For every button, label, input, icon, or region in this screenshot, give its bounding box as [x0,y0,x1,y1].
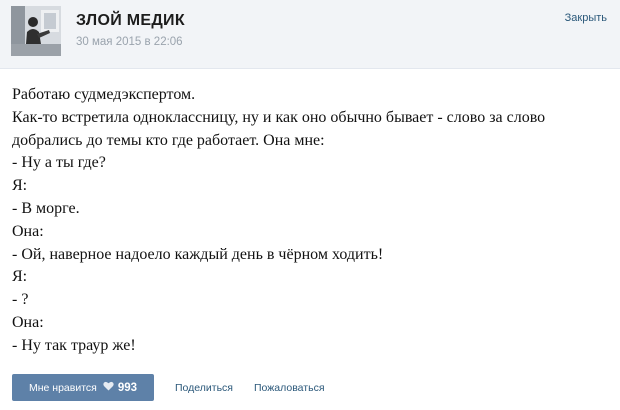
post-body: Работаю судмедэкспертом. Как-то встретила… [12,84,612,358]
share-link[interactable]: Поделиться [175,382,233,394]
close-button[interactable]: Закрыть [565,12,607,24]
post-text-line: Она: [12,222,44,240]
post-text-line: Я: [12,268,28,286]
avatar[interactable] [11,6,61,56]
report-link[interactable]: Пожаловаться [254,382,325,394]
post-text-line: добрались до темы кто где работает. Она … [12,131,325,149]
heart-icon [103,381,114,394]
post-date[interactable]: 30 мая 2015 в 22:06 [76,36,183,48]
post-text-line: Она: [12,313,44,331]
like-button[interactable]: Мне нравится 993 [12,374,154,401]
like-count: 993 [117,381,138,394]
post-text-line: Я: [12,177,28,195]
post-text-line: Как-то встретила одноклассницу, ну и как… [12,108,546,126]
post-text-line: - Ну а ты где? [12,154,106,172]
avatar-image [11,6,61,56]
post-header: ЗЛОЙ МЕДИК 30 мая 2015 в 22:06 Закрыть [0,0,620,69]
post-text-line: Работаю судмедэкспертом. [12,86,196,103]
post-text-line: - Ну так траур же! [12,336,136,354]
group-name[interactable]: ЗЛОЙ МЕДИК [76,12,185,30]
post-text-line: - В морге. [12,199,80,217]
post-text-line: - ? [12,291,29,309]
post-actions: Мне нравится 993 Поделиться Пожаловаться [0,373,620,403]
post-text-line: - Ой, наверное надоело каждый день в чёр… [12,245,384,263]
like-label: Мне нравится [28,381,97,394]
